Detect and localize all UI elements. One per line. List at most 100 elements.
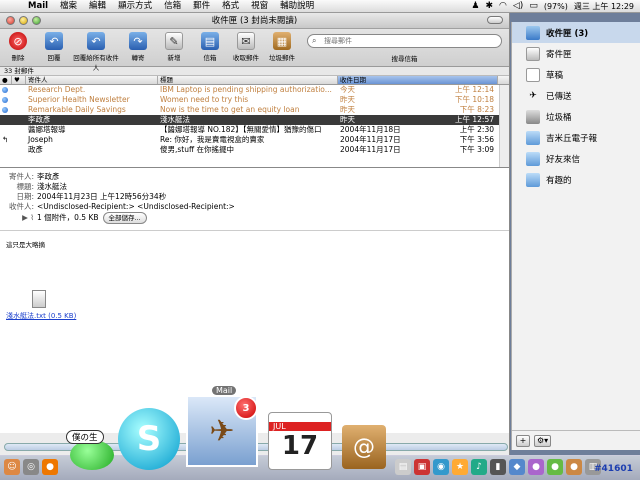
volume-icon[interactable]: ◁) [513,1,523,11]
chat-bubble-app-icon[interactable] [70,440,114,470]
menu-app[interactable]: Mail [22,0,54,13]
row-from: Superior Health Newsletter [28,95,130,104]
row-subject: 【醬娜塔報導 NO.182】【無關愛情】猶豫的傷口 [160,125,322,134]
preview-icon[interactable]: ◆ [509,459,525,475]
col-date[interactable]: 收件日期 [338,76,498,84]
junk-icon: ▦ [273,32,291,50]
mailbox-drawer: 收件匣 (3) 寄件匣 草稿 ✈ 已傳送 垃圾桶 吉米丘電子報 好友來信 有趣的 … [511,22,640,450]
mailbox-button[interactable]: ▤ 信箱 [192,32,228,62]
forward-icon: ↷ [129,32,147,50]
bluetooth-icon[interactable]: ✱ [485,1,493,11]
mailbox-outbox[interactable]: 寄件匣 [512,43,640,64]
mailbox-inbox[interactable]: 收件匣 (3) [512,22,640,43]
row-date: 2004年11月17日 [340,145,401,154]
window-title: 收件匣 (3 封尚未閱讀) [211,15,298,26]
menu-message[interactable]: 郵件 [187,0,216,13]
list-scrollbar[interactable] [499,85,509,167]
aim-icon[interactable]: ★ [452,459,468,475]
firefox-icon[interactable]: ● [42,459,58,475]
ical-day: 17 [281,430,319,461]
row-date: 昨天 [340,95,355,104]
doc-icon[interactable]: ▤ [395,459,411,475]
sherlock-icon[interactable]: ◎ [23,459,39,475]
mailbox-trash[interactable]: 垃圾桶 [512,106,640,127]
attachment-file[interactable]: 淺水艇法.txt (0.5 KB) [6,290,76,321]
ical-icon[interactable]: JUL 17 [268,412,332,470]
header-to[interactable]: <Undisclosed-Recipient:> <Undisclosed-Re… [37,202,235,211]
row-from: Remarkable Daily Savings [28,105,126,114]
mailbox-drafts[interactable]: 草稿 [512,64,640,85]
reply-icon: ↶ [45,32,63,50]
message-row[interactable]: 醬娜塔報導 【醬娜塔報導 NO.182】【無關愛情】猶豫的傷口 2004年11月… [0,125,509,135]
reply-all-button[interactable]: ↶ 回覆給所有收件人 [72,32,120,72]
outbox-icon [526,46,540,61]
app-icon[interactable]: ● [547,459,563,475]
app-icon[interactable]: ● [566,459,582,475]
row-from: Research Dept. [28,85,86,94]
finder-icon[interactable]: ☺ [4,459,20,475]
wifi-icon[interactable]: ◠ [499,1,507,11]
app-icon[interactable]: ● [528,459,544,475]
menu-clock[interactable]: 週三 上午 12:29 [574,1,634,12]
delete-icon: ⊘ [9,32,27,50]
title-bar[interactable]: 收件匣 (3 封尚未閱讀) [0,13,509,29]
safari-icon[interactable]: ◉ [433,459,449,475]
terminal-icon[interactable]: ▮ [490,459,506,475]
menu-mailbox[interactable]: 信箱 [158,0,187,13]
dock-left-icons: ☺ ◎ ● [4,459,58,475]
header-from[interactable]: 李政彥 [37,172,60,181]
itunes-icon[interactable]: ♪ [471,459,487,475]
action-gear-button[interactable]: ⚙▾ [534,434,552,447]
row-subject: IBM Laptop is pending shipping authoriza… [160,85,332,94]
address-book-icon[interactable]: @ [342,425,386,469]
menu-view[interactable]: 顯示方式 [112,0,158,13]
get-mail-button[interactable]: ✉ 收取郵件 [228,32,264,62]
attachment-link[interactable]: 淺水艇法.txt (0.5 KB) [6,312,76,320]
trash-icon [526,109,540,124]
row-from: 醬娜塔報導 [28,125,66,134]
message-row[interactable]: Superior Health Newsletter Women need to… [0,95,509,105]
col-flag[interactable]: ♥ [12,76,26,84]
message-row[interactable]: Remarkable Daily Savings Now is the time… [0,105,509,115]
message-row[interactable]: Research Dept. IBM Laptop is pending shi… [0,85,509,95]
reply-button[interactable]: ↶ 回覆 [36,32,72,62]
mailbox-folder[interactable]: 有趣的 [512,169,640,190]
junk-button[interactable]: ▦ 垃圾郵件 [264,32,300,62]
message-row[interactable]: 政彥 傻男,stuff 在你搖擺中 2004年11月17日 下午 3:09 [0,145,509,155]
save-all-button[interactable]: 全部儲存... [102,212,147,224]
user-icon[interactable]: ♟ [471,1,479,11]
col-subject[interactable]: 標題 [158,76,338,84]
forward-button[interactable]: ↷ 轉寄 [120,32,156,62]
row-time: 上午 12:14 [455,85,494,94]
message-preview: 寄件人: 李政彥 標題: 淺水艇法 日期: 2004年11月23日 上午12時56分3… [0,168,509,433]
col-status[interactable]: ● [0,76,12,84]
row-date: 2004年11月18日 [340,125,401,134]
row-time: 下午 8:23 [459,105,494,114]
menu-file[interactable]: 檔案 [54,0,83,13]
header-date: 2004年11月23日 上午12時56分34秒 [37,192,167,201]
message-row[interactable]: ↰ Joseph Re: 你好，我是賣電視盒的賣家 2004年11月17日 下午 … [0,135,509,145]
row-date: 2004年11月17日 [340,135,401,144]
search-icon: ⌕ [312,36,317,45]
add-mailbox-button[interactable]: + [516,434,530,447]
mailbox-folder[interactable]: 吉米丘電子報 [512,127,640,148]
search-input[interactable] [307,34,502,48]
col-from[interactable]: 寄件人 [26,76,158,84]
mailbox-folder[interactable]: 好友來信 [512,148,640,169]
row-from: Joseph [28,135,53,144]
photo-icon[interactable]: ▣ [414,459,430,475]
menu-edit[interactable]: 編輯 [83,0,112,13]
skype-icon[interactable]: S [118,408,180,470]
message-row-selected[interactable]: 李政彥 淺水艇法 昨天 上午 12:57 [0,115,509,125]
toolbar-toggle-button[interactable] [487,16,503,24]
row-time: 下午 3:56 [459,135,494,144]
new-message-button[interactable]: ✎ 新增 [156,32,192,62]
menu-window[interactable]: 視窗 [245,0,274,13]
mail-window: 收件匣 (3 封尚未閱讀) ⊘ 刪除 ↶ 回覆 ↶ 回覆給所有收件人 ↷ 轉寄 ✎ 新增 … [0,13,510,455]
mailbox-sent[interactable]: ✈ 已傳送 [512,85,640,106]
menu-help[interactable]: 輔助說明 [274,0,320,13]
menu-format[interactable]: 格式 [216,0,245,13]
delete-button[interactable]: ⊘ 刪除 [0,32,36,62]
battery-icon[interactable]: ▭ [529,1,538,11]
attachment-toggle-icon[interactable]: ▶ ⌇ [6,213,34,223]
